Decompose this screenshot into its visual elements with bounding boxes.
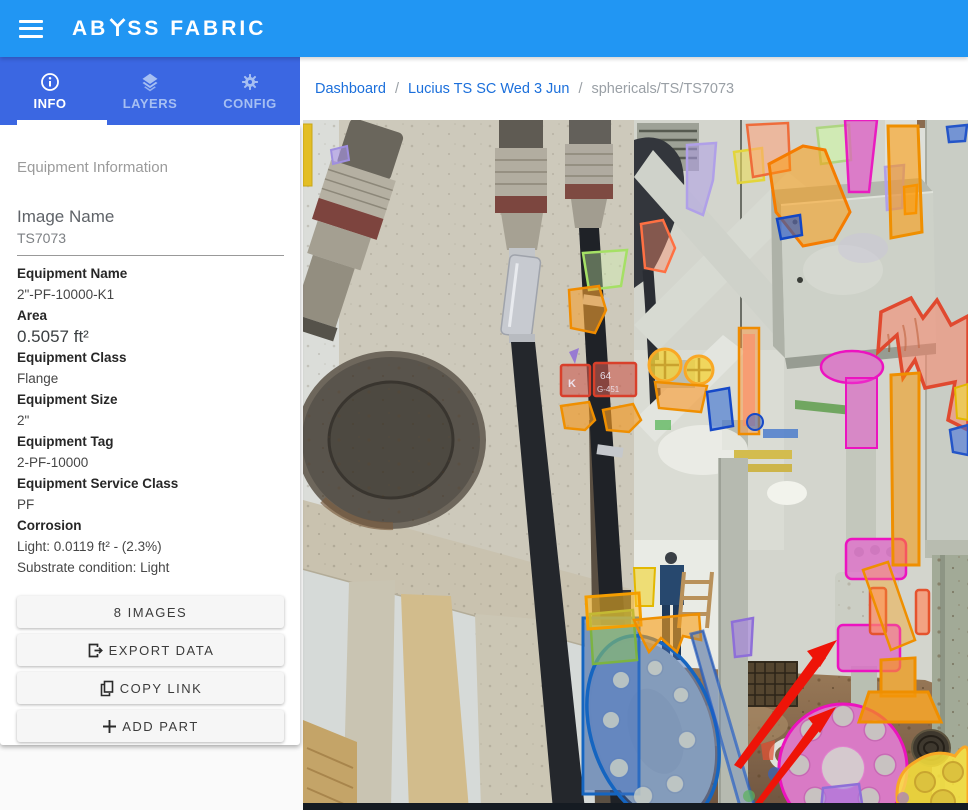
equipment-fields: Equipment Name 2"-PF-10000-K1 Area 0.505… xyxy=(17,263,284,578)
add-icon xyxy=(102,719,117,734)
copy-link-button[interactable]: COPY LINK xyxy=(17,672,284,704)
tab-info[interactable]: INFO xyxy=(0,57,100,125)
sidebar-tabbar: INFO LAYERS xyxy=(0,57,300,125)
active-tab-indicator xyxy=(17,120,107,125)
annotation-yellow-strip[interactable] xyxy=(303,124,312,186)
breadcrumb-separator: / xyxy=(395,81,399,97)
logo-text-left: AB xyxy=(72,17,108,41)
breadcrumb: Dashboard / Lucius TS SC Wed 3 Jun / sph… xyxy=(300,57,968,120)
image-name-input[interactable]: TS7073 xyxy=(17,231,284,256)
top-app-bar: AB SS FABRIC xyxy=(0,0,968,57)
field-equipment-size: Equipment Size 2" xyxy=(17,389,284,431)
annotated-photo[interactable]: K 64 G-451 xyxy=(303,120,968,810)
menu-icon[interactable] xyxy=(19,20,43,38)
copy-icon xyxy=(99,680,115,697)
layers-icon xyxy=(139,72,161,92)
breadcrumb-current: sphericals/TS/TS7073 xyxy=(591,81,734,97)
info-icon xyxy=(40,72,60,92)
breadcrumb-dashboard[interactable]: Dashboard xyxy=(315,81,386,97)
field-service-class: Equipment Service Class PF xyxy=(17,473,284,515)
logo-trident-y-icon xyxy=(109,18,126,37)
tab-layers[interactable]: LAYERS xyxy=(100,57,200,125)
config-icon xyxy=(240,72,260,92)
logo-text-right: SS FABRIC xyxy=(127,17,266,41)
tag-text: 64 xyxy=(600,371,612,382)
export-data-button[interactable]: EXPORT DATA xyxy=(17,634,284,666)
breadcrumb-survey[interactable]: Lucius TS SC Wed 3 Jun xyxy=(408,81,569,97)
tag-text: G-451 xyxy=(597,385,620,394)
panel-title: Equipment Information xyxy=(17,160,284,175)
photo-bottom-edge xyxy=(303,803,968,810)
field-corrosion: Corrosion Light: 0.0119 ft² - (2.3%) Sub… xyxy=(17,515,284,578)
equipment-info-panel: Equipment Information Image Name TS7073 … xyxy=(0,125,300,745)
field-equipment-name: Equipment Name 2"-PF-10000-K1 xyxy=(17,263,284,305)
spherical-viewer[interactable]: K 64 G-451 xyxy=(303,120,968,810)
tab-config[interactable]: CONFIG xyxy=(200,57,300,125)
breadcrumb-separator: / xyxy=(578,81,582,97)
export-icon xyxy=(87,642,104,659)
field-equipment-tag: Equipment Tag 2-PF-10000 xyxy=(17,431,284,473)
add-part-button[interactable]: ADD PART xyxy=(17,710,284,742)
tag-text: K xyxy=(568,378,576,390)
image-name-label: Image Name xyxy=(17,208,284,226)
field-equipment-class: Equipment Class Flange xyxy=(17,347,284,389)
panel-actions: 8 IMAGES EXPORT DATA COPY LINK ADD PART xyxy=(17,596,284,742)
field-area: Area 0.5057 ft² xyxy=(17,305,284,347)
images-button[interactable]: 8 IMAGES xyxy=(17,596,284,628)
app-logo: AB SS FABRIC xyxy=(72,17,266,41)
annotation-tag-plates[interactable]: K 64 G-451 xyxy=(561,363,636,396)
